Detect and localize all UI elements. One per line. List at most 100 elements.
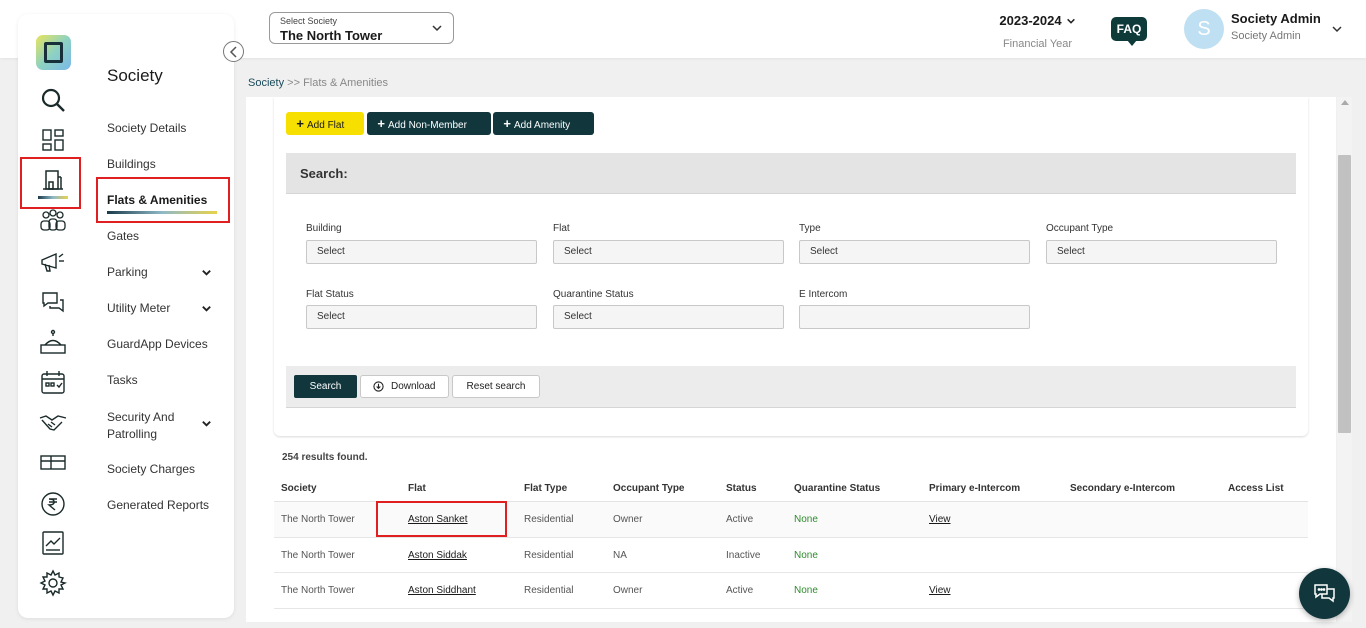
search-header: Search:: [286, 153, 1296, 194]
main-content: + Add Flat + Add Non-Member + Add Amenity S…: [246, 97, 1336, 622]
cell-quarantine: None: [794, 549, 818, 561]
sidebar-item-generated-reports[interactable]: Generated Reports: [107, 498, 209, 512]
cell-status: Inactive: [726, 549, 761, 561]
chat-support-button[interactable]: [1299, 568, 1350, 619]
search-action-bar: Search Download Reset search: [286, 366, 1296, 408]
column-header[interactable]: Quarantine Status: [794, 483, 880, 494]
e-intercom-label: E Intercom: [799, 289, 848, 300]
user-name: Society Admin: [1231, 11, 1321, 26]
cell-quarantine: None: [794, 514, 818, 525]
column-header[interactable]: Status: [726, 483, 757, 494]
quarantine-status-label: Quarantine Status: [553, 289, 634, 300]
type-select[interactable]: Select: [799, 240, 1030, 264]
faq-button[interactable]: FAQ: [1111, 17, 1147, 46]
cell-flat-type: Residential: [524, 585, 574, 596]
society-select-value: The North Tower: [280, 28, 383, 43]
add-non-member-button[interactable]: + Add Non-Member: [367, 112, 491, 135]
rupee-icon[interactable]: [38, 489, 68, 519]
e-intercom-input[interactable]: [799, 305, 1030, 329]
reset-search-button[interactable]: Reset search: [452, 375, 540, 398]
sidebar-item-utility-meter[interactable]: Utility Meter: [107, 301, 217, 315]
sidebar-item-guardapp-devices[interactable]: GuardApp Devices: [107, 337, 208, 351]
helpdesk-icon[interactable]: [38, 328, 68, 358]
chat-icon[interactable]: [38, 287, 68, 317]
calendar-icon[interactable]: [38, 368, 68, 398]
flat-select[interactable]: Select: [553, 240, 784, 264]
user-role: Society Admin: [1231, 30, 1301, 42]
add-amenity-button[interactable]: + Add Amenity: [493, 112, 594, 135]
user-menu[interactable]: Society Admin Society Admin: [1231, 11, 1321, 42]
scroll-up-arrow-icon[interactable]: [1341, 100, 1349, 105]
flat-label: Flat: [553, 223, 570, 234]
chevron-down-icon: [202, 306, 211, 312]
app-logo[interactable]: [36, 35, 71, 70]
column-header[interactable]: Access List: [1228, 483, 1284, 494]
financial-year-selector[interactable]: 2023-2024 Financial Year: [985, 12, 1090, 50]
cell-occupant-type: Owner: [613, 585, 643, 596]
gift-icon[interactable]: [38, 448, 68, 478]
sidebar-item-parking[interactable]: Parking: [107, 265, 217, 279]
flat-highlight-box: [376, 501, 507, 537]
view-intercom-link[interactable]: View: [929, 585, 951, 596]
results-count: 254 results found.: [282, 452, 368, 463]
column-header[interactable]: Flat: [408, 483, 426, 494]
report-icon[interactable]: [38, 528, 68, 558]
flat-link[interactable]: Aston Siddak: [408, 550, 467, 561]
settings-icon[interactable]: [38, 568, 68, 598]
plus-icon: +: [296, 116, 304, 131]
quarantine-status-select[interactable]: Select: [553, 305, 784, 329]
sidebar-item-society-details[interactable]: Society Details: [107, 121, 186, 135]
megaphone-icon[interactable]: [38, 247, 68, 277]
cell-flat-type: Residential: [524, 549, 574, 561]
cell-status: Active: [726, 514, 754, 525]
search-icon[interactable]: [38, 85, 68, 115]
results-table: Society Flat Flat Type Occupant Type Sta…: [274, 477, 1308, 609]
sidebar-item-security-patrolling[interactable]: Security And Patrolling: [107, 409, 217, 443]
column-header[interactable]: Secondary e-Intercom: [1070, 483, 1175, 494]
society-select-label: Select Society: [280, 16, 338, 26]
search-title: Search:: [300, 166, 348, 181]
sidebar-item-society-charges[interactable]: Society Charges: [107, 462, 195, 476]
add-non-member-label: Add Non-Member: [388, 120, 467, 131]
chevron-down-icon: [1066, 18, 1075, 24]
sidebar-title: Society: [107, 66, 163, 85]
column-header[interactable]: Flat Type: [524, 483, 567, 494]
plus-icon: +: [503, 116, 511, 131]
add-amenity-label: Add Amenity: [514, 120, 571, 131]
society-select[interactable]: Select Society The North Tower: [269, 12, 454, 44]
column-header[interactable]: Primary e-Intercom: [929, 483, 1020, 494]
handshake-icon[interactable]: [38, 408, 68, 438]
cell-occupant-type: Owner: [613, 514, 643, 525]
avatar[interactable]: S: [1184, 9, 1224, 49]
column-header[interactable]: Occupant Type: [613, 483, 685, 494]
column-header[interactable]: Society: [281, 483, 317, 494]
members-icon[interactable]: [38, 206, 68, 236]
flat-status-select[interactable]: Select: [306, 305, 537, 329]
sidebar-item-buildings[interactable]: Buildings: [107, 157, 156, 171]
sidebar-item-tasks[interactable]: Tasks: [107, 373, 138, 387]
building-select[interactable]: Select: [306, 240, 537, 264]
flat-link[interactable]: Aston Siddhant: [408, 585, 476, 596]
cell-society: The North Tower: [281, 514, 355, 525]
plus-icon: +: [377, 116, 385, 131]
view-intercom-link[interactable]: View: [929, 514, 951, 525]
breadcrumb-current: Flats & Amenities: [303, 77, 389, 89]
sidebar-item-gates[interactable]: Gates: [107, 229, 139, 243]
occupant-type-select[interactable]: Select: [1046, 240, 1277, 264]
breadcrumb-root[interactable]: Society: [248, 77, 284, 89]
chevron-down-icon[interactable]: [1331, 23, 1343, 35]
collapse-sidebar-button[interactable]: [223, 41, 244, 62]
type-label: Type: [799, 223, 821, 234]
breadcrumb: Society >> Flats & Amenities: [248, 77, 388, 89]
dashboard-grid-icon[interactable]: [38, 125, 68, 155]
download-button[interactable]: Download: [360, 375, 449, 398]
sidebar-highlight-box: [96, 177, 230, 223]
building-label: Building: [306, 223, 342, 234]
download-label: Download: [391, 381, 436, 392]
add-flat-button[interactable]: + Add Flat: [286, 112, 364, 135]
cell-society: The North Tower: [281, 585, 355, 596]
sidebar-item-label: Utility Meter: [107, 301, 171, 315]
search-button[interactable]: Search: [294, 375, 357, 398]
scrollbar[interactable]: [1337, 97, 1352, 622]
scrollbar-thumb[interactable]: [1338, 155, 1351, 433]
